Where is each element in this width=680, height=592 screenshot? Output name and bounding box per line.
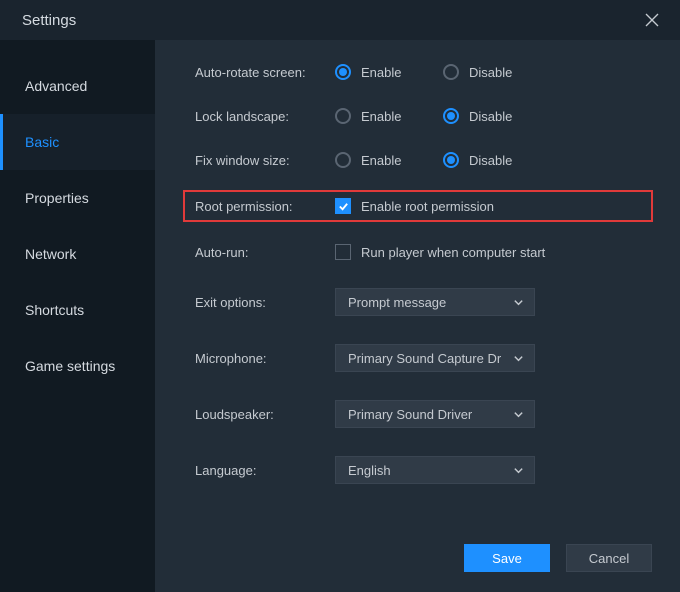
- settings-window: Settings Advanced Basic Properties Netwo…: [0, 0, 680, 592]
- sidebar-item-label: Properties: [25, 190, 89, 206]
- label-microphone: Microphone:: [195, 351, 335, 366]
- close-icon: [645, 13, 659, 27]
- select-value: Prompt message: [348, 295, 446, 310]
- radio-icon: [443, 64, 459, 80]
- root-permission-checkbox[interactable]: Enable root permission: [335, 198, 494, 214]
- checkbox-icon: [335, 244, 351, 260]
- radio-label: Disable: [469, 65, 512, 80]
- chevron-down-icon: [512, 296, 524, 308]
- label-loudspeaker: Loudspeaker:: [195, 407, 335, 422]
- row-lock-landscape: Lock landscape: Enable Disable: [155, 108, 680, 124]
- close-button[interactable]: [638, 6, 666, 34]
- language-select[interactable]: English: [335, 456, 535, 484]
- radio-icon: [335, 108, 351, 124]
- check-icon: [338, 201, 349, 212]
- auto-rotate-enable-radio[interactable]: Enable: [335, 64, 443, 80]
- sidebar-item-label: Advanced: [25, 78, 87, 94]
- radio-icon: [443, 108, 459, 124]
- label-root-permission: Root permission:: [195, 199, 335, 214]
- select-value: Primary Sound Driver: [348, 407, 472, 422]
- fix-window-enable-radio[interactable]: Enable: [335, 152, 443, 168]
- sidebar-item-shortcuts[interactable]: Shortcuts: [0, 282, 155, 338]
- checkbox-icon: [335, 198, 351, 214]
- sidebar: Advanced Basic Properties Network Shortc…: [0, 40, 155, 592]
- row-exit-options: Exit options: Prompt message: [155, 288, 680, 316]
- radio-label: Enable: [361, 65, 401, 80]
- window-title: Settings: [22, 12, 76, 29]
- radio-icon: [443, 152, 459, 168]
- root-permission-controls: Enable root permission: [335, 198, 494, 214]
- auto-rotate-controls: Enable Disable: [335, 64, 551, 80]
- sidebar-item-label: Basic: [25, 134, 59, 150]
- sidebar-item-network[interactable]: Network: [0, 226, 155, 282]
- row-loudspeaker: Loudspeaker: Primary Sound Driver: [155, 400, 680, 428]
- cancel-button[interactable]: Cancel: [566, 544, 652, 572]
- select-value: Primary Sound Capture Dr: [348, 351, 501, 366]
- sidebar-item-basic[interactable]: Basic: [0, 114, 155, 170]
- row-fix-window: Fix window size: Enable Disable: [155, 152, 680, 168]
- chevron-down-icon: [512, 408, 524, 420]
- main-panel: Auto-rotate screen: Enable Disable Lock: [155, 40, 680, 592]
- lock-landscape-controls: Enable Disable: [335, 108, 551, 124]
- lock-landscape-enable-radio[interactable]: Enable: [335, 108, 443, 124]
- auto-rotate-disable-radio[interactable]: Disable: [443, 64, 551, 80]
- titlebar: Settings: [0, 0, 680, 40]
- select-value: English: [348, 463, 391, 478]
- checkbox-label: Run player when computer start: [361, 245, 545, 260]
- label-auto-rotate: Auto-rotate screen:: [195, 65, 335, 80]
- sidebar-item-label: Game settings: [25, 358, 115, 374]
- chevron-down-icon: [512, 464, 524, 476]
- sidebar-item-label: Network: [25, 246, 76, 262]
- sidebar-item-advanced[interactable]: Advanced: [0, 58, 155, 114]
- label-lock-landscape: Lock landscape:: [195, 109, 335, 124]
- save-button[interactable]: Save: [464, 544, 550, 572]
- radio-icon: [335, 152, 351, 168]
- sidebar-item-label: Shortcuts: [25, 302, 84, 318]
- form: Auto-rotate screen: Enable Disable Lock: [155, 64, 680, 544]
- body: Advanced Basic Properties Network Shortc…: [0, 40, 680, 592]
- label-language: Language:: [195, 463, 335, 478]
- lock-landscape-disable-radio[interactable]: Disable: [443, 108, 551, 124]
- radio-label: Disable: [469, 153, 512, 168]
- row-language: Language: English: [155, 456, 680, 484]
- loudspeaker-select[interactable]: Primary Sound Driver: [335, 400, 535, 428]
- microphone-select[interactable]: Primary Sound Capture Dr: [335, 344, 535, 372]
- radio-label: Disable: [469, 109, 512, 124]
- radio-label: Enable: [361, 109, 401, 124]
- label-fix-window: Fix window size:: [195, 153, 335, 168]
- row-auto-run: Auto-run: Run player when computer start: [155, 244, 680, 260]
- row-auto-rotate: Auto-rotate screen: Enable Disable: [155, 64, 680, 80]
- auto-run-checkbox[interactable]: Run player when computer start: [335, 244, 545, 260]
- label-exit-options: Exit options:: [195, 295, 335, 310]
- checkbox-label: Enable root permission: [361, 199, 494, 214]
- radio-label: Enable: [361, 153, 401, 168]
- auto-run-controls: Run player when computer start: [335, 244, 545, 260]
- chevron-down-icon: [512, 352, 524, 364]
- radio-icon: [335, 64, 351, 80]
- sidebar-item-game-settings[interactable]: Game settings: [0, 338, 155, 394]
- footer: Save Cancel: [155, 544, 680, 592]
- fix-window-disable-radio[interactable]: Disable: [443, 152, 551, 168]
- row-microphone: Microphone: Primary Sound Capture Dr: [155, 344, 680, 372]
- row-root-permission: Root permission: Enable root permission: [183, 190, 653, 222]
- exit-options-select[interactable]: Prompt message: [335, 288, 535, 316]
- label-auto-run: Auto-run:: [195, 245, 335, 260]
- fix-window-controls: Enable Disable: [335, 152, 551, 168]
- sidebar-item-properties[interactable]: Properties: [0, 170, 155, 226]
